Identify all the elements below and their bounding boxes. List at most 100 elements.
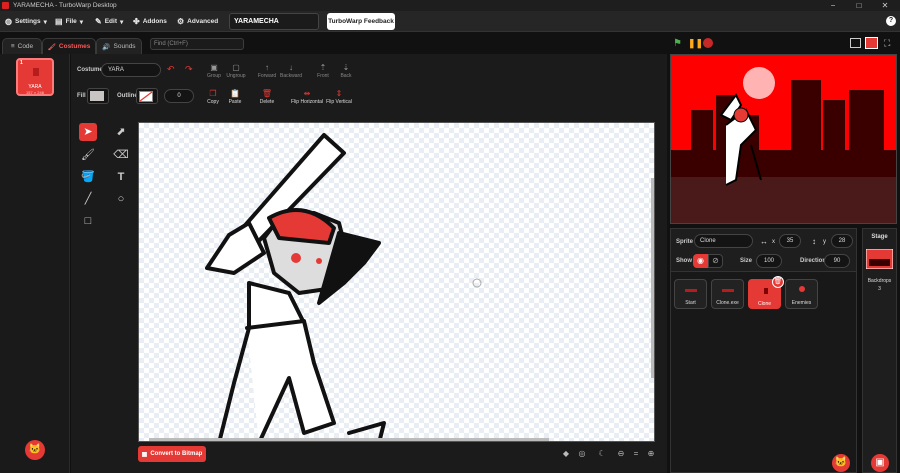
pause-icon[interactable]: ❚❚ <box>688 38 703 49</box>
sprite-tile[interactable]: Clone.exe <box>711 279 744 309</box>
addons-button[interactable]: ✤ Addons <box>133 11 167 32</box>
large-stage-icon[interactable] <box>865 37 878 49</box>
x-input[interactable]: 35 <box>779 234 801 248</box>
backdrop-icon: ▣ <box>875 457 885 468</box>
forward-label: Forward <box>257 73 277 79</box>
advanced-label: Advanced <box>187 18 219 25</box>
direction-input[interactable]: 90 <box>824 254 850 268</box>
paste-label: Paste <box>228 99 242 105</box>
backdrops-count: 3 <box>878 286 881 292</box>
select-tool-icon[interactable]: ➤ <box>79 123 97 141</box>
zoom-out-icon[interactable]: ⊖ <box>615 448 627 460</box>
outline-color-picker[interactable] <box>136 88 158 104</box>
undo-icon[interactable]: ↶ <box>167 64 175 75</box>
cat-icon: 🐱 <box>28 444 42 455</box>
minimize-button[interactable]: − <box>820 0 846 11</box>
line-tool-icon[interactable]: ╱ <box>79 190 97 208</box>
sprite-tile[interactable]: Enemies <box>785 279 818 309</box>
edit-label: Edit <box>104 18 117 25</box>
horizontal-scrollbar[interactable] <box>149 438 549 441</box>
onion-icon[interactable]: ◎ <box>576 448 588 460</box>
size-input[interactable]: 100 <box>756 254 782 268</box>
arrow-bottom-icon: ⇣ <box>342 63 350 72</box>
sprite-label: Sprite <box>676 239 694 245</box>
back-label: Back <box>340 73 352 79</box>
costume-thumbnail <box>33 68 39 76</box>
stop-icon[interactable] <box>703 38 713 48</box>
edit-menu[interactable]: ✎ Edit ▾ <box>95 11 123 32</box>
flip-horizontal-button[interactable]: ⇹ Flip Horizontal <box>290 89 324 105</box>
small-stage-icon[interactable] <box>850 38 861 48</box>
tab-code-label: Code <box>17 43 34 50</box>
backward-button[interactable]: ↓ Backward <box>276 63 306 79</box>
show-label: Show <box>676 258 692 264</box>
caret-down-icon: ▾ <box>43 18 47 26</box>
delete-label: Delete <box>259 99 275 105</box>
sprite-tile[interactable]: Start <box>674 279 707 309</box>
costume-label: Costume <box>77 67 103 73</box>
sprite-thumbnail <box>799 286 805 292</box>
zoom-reset-icon[interactable]: = <box>630 448 642 460</box>
delete-sprite-icon[interactable]: 🗑 <box>772 276 784 288</box>
fill-label: Fill <box>77 93 86 99</box>
app-icon <box>2 2 9 9</box>
costume-item[interactable]: 1 YARA 157 × 246 <box>16 58 54 96</box>
green-flag-icon[interactable]: ⚑ <box>673 38 682 49</box>
stage-preview[interactable] <box>670 54 897 224</box>
fill-tool-icon[interactable]: 🪣 <box>79 168 97 186</box>
size-label: Size <box>740 258 753 264</box>
redo-icon[interactable]: ↷ <box>185 64 193 75</box>
vertical-scrollbar[interactable] <box>651 178 654 378</box>
advanced-button[interactable]: ⚙ Advanced <box>177 11 218 32</box>
feedback-button[interactable]: TurboWarp Feedback <box>327 13 395 30</box>
circle-tool-icon[interactable]: ○ <box>112 190 130 208</box>
tab-costumes[interactable]: 🖌 Costumes <box>42 38 96 54</box>
speaker-icon: 🔊 <box>102 43 111 51</box>
pencil-icon: ✎ <box>95 17 102 26</box>
costume-name-input[interactable]: YARA <box>101 63 161 77</box>
maximize-button[interactable]: □ <box>846 0 872 11</box>
brush-tool-icon[interactable]: 🖌 <box>79 146 97 164</box>
help-button[interactable]: ? <box>886 16 896 26</box>
text-tool-icon[interactable]: T <box>112 168 130 186</box>
choose-sprite-button[interactable]: 🐱 <box>832 454 850 472</box>
flip-horizontal-label: Flip Horizontal <box>291 99 323 105</box>
flip-vertical-button[interactable]: ⇕ Flip Vertical <box>322 89 356 105</box>
crosshair-icon <box>472 278 482 288</box>
convert-to-bitmap-button[interactable]: ▦ Convert to Bitmap <box>138 446 206 462</box>
paste-button[interactable]: 📋 Paste <box>220 89 250 105</box>
reshape-tool-icon[interactable]: ⬈ <box>112 123 130 141</box>
show-hidden-icon[interactable]: ⊘ <box>708 254 723 268</box>
ungroup-button[interactable]: ▢ Ungroup <box>221 63 251 79</box>
project-title-input[interactable]: YARAMECHA <box>229 13 319 30</box>
paint-canvas[interactable] <box>138 122 655 442</box>
convert-label: Convert to Bitmap <box>150 451 203 457</box>
tab-code[interactable]: ≡ Code <box>2 38 42 54</box>
settings-menu[interactable]: ◍ Settings ▾ <box>5 11 47 32</box>
rectangle-tool-icon[interactable]: □ <box>79 212 97 230</box>
eraser-tool-icon[interactable]: ⌫ <box>112 146 130 164</box>
zoom-in-icon[interactable]: ⊕ <box>645 448 657 460</box>
y-input[interactable]: 28 <box>831 234 853 248</box>
tab-sounds[interactable]: 🔊 Sounds <box>96 38 142 54</box>
file-menu[interactable]: ▤ File ▾ <box>55 11 83 32</box>
costume-number: 1 <box>20 60 23 66</box>
choose-backdrop-button[interactable]: ▣ <box>871 454 889 472</box>
close-window-button[interactable]: ✕ <box>872 0 898 11</box>
mode-icon[interactable]: ◆ <box>560 448 572 460</box>
sprite-name-input[interactable]: Clone <box>694 234 753 248</box>
show-visible-icon[interactable]: ◉ <box>693 254 708 268</box>
outline-width-input[interactable]: 0 <box>164 89 194 103</box>
dark-mode-icon[interactable]: ☾ <box>596 448 608 460</box>
delete-button[interactable]: 🗑 Delete <box>252 89 282 105</box>
file-label: File <box>65 18 77 25</box>
choose-costume-button[interactable]: 🐱 <box>25 440 45 460</box>
fullscreen-icon[interactable]: ⛶ <box>884 38 890 49</box>
back-button[interactable]: ⇣ Back <box>331 63 361 79</box>
sprite-name: Start <box>685 300 696 306</box>
globe-icon: ◍ <box>5 17 12 26</box>
brush-icon: 🖌 <box>47 43 56 51</box>
fill-color-picker[interactable] <box>87 88 109 104</box>
y-arrow-icon: ↕ <box>812 237 816 246</box>
find-input[interactable]: Find (Ctrl+F) <box>150 38 244 50</box>
